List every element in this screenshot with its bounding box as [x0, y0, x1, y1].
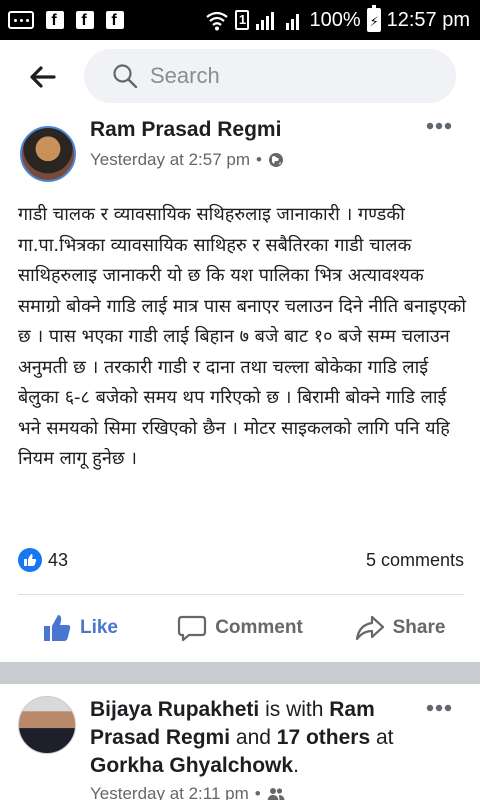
post-author[interactable]: Ram Prasad Regmi: [90, 118, 281, 142]
place-link[interactable]: Gorkha Ghyalchowk: [90, 754, 293, 777]
comment-label: Comment: [215, 617, 303, 638]
post-meta: Yesterday at 2:57 pm •: [90, 150, 284, 170]
share-icon: [355, 615, 384, 641]
signal-icon: [256, 12, 275, 30]
search-icon: [113, 64, 138, 89]
battery-percent: 100%: [309, 8, 361, 31]
like-label: Like: [79, 617, 119, 638]
signal-icon: [286, 14, 300, 30]
like-count[interactable]: 43: [48, 550, 68, 571]
meta-separator: •: [254, 784, 261, 800]
wifi-icon: [206, 11, 229, 31]
post-card: Ram Prasad Regmi Yesterday at 2:57 pm • …: [0, 114, 480, 662]
facebook-icon: f: [46, 11, 64, 29]
more-icon[interactable]: [426, 704, 452, 712]
search-placeholder: Search: [150, 63, 220, 88]
divider: [18, 594, 464, 595]
post-meta: Yesterday at 2:11 pm •: [90, 784, 285, 800]
header-text: is with: [259, 698, 330, 721]
header-text: and: [230, 726, 277, 749]
search-input[interactable]: Search: [84, 49, 456, 103]
post-timestamp[interactable]: Yesterday at 2:57 pm: [90, 150, 250, 170]
feed-separator: [0, 662, 480, 684]
meta-separator: •: [256, 150, 262, 169]
facebook-icon: f: [106, 11, 124, 29]
friends-icon: [267, 788, 285, 800]
header-text: .: [293, 754, 299, 777]
post-author[interactable]: Bijaya Rupakheti: [90, 698, 259, 721]
tagged-others[interactable]: 17 others: [277, 726, 370, 749]
status-bar: f f f 1 100% ⚡ 12:57 pm: [0, 0, 480, 40]
comments-count[interactable]: 5 comments: [366, 550, 464, 571]
post-timestamp[interactable]: Yesterday at 2:11 pm: [90, 784, 249, 800]
post-body: गाडी चालक र व्यावसायिक सथिहरुलाइ जानाकार…: [18, 204, 467, 469]
clock: 12:57 pm: [386, 8, 470, 31]
more-icon[interactable]: [426, 122, 452, 130]
share-button[interactable]: Share: [320, 608, 480, 648]
like-icon[interactable]: [18, 548, 42, 572]
post-actions: Like Comment Share: [0, 608, 480, 648]
avatar[interactable]: [18, 696, 76, 754]
messenger-icon: [8, 11, 34, 29]
comment-button[interactable]: Comment: [160, 608, 320, 648]
search-header: Search: [0, 40, 480, 114]
comment-icon: [178, 615, 207, 642]
avatar[interactable]: [20, 126, 76, 182]
globe-icon: [268, 153, 283, 167]
battery-icon: ⚡: [366, 5, 381, 32]
like-button[interactable]: Like: [0, 608, 160, 648]
facebook-icon: f: [76, 11, 94, 29]
back-arrow-icon[interactable]: [28, 62, 58, 92]
share-label: Share: [392, 617, 446, 638]
post-header: Bijaya Rupakheti is with Ram Prasad Regm…: [90, 696, 420, 780]
post-card: Bijaya Rupakheti is with Ram Prasad Regm…: [0, 684, 480, 800]
sim-icon: 1: [235, 10, 250, 30]
reactions-bar: 43 5 comments: [18, 548, 464, 572]
like-icon: [43, 615, 71, 641]
header-text: at: [370, 726, 394, 749]
